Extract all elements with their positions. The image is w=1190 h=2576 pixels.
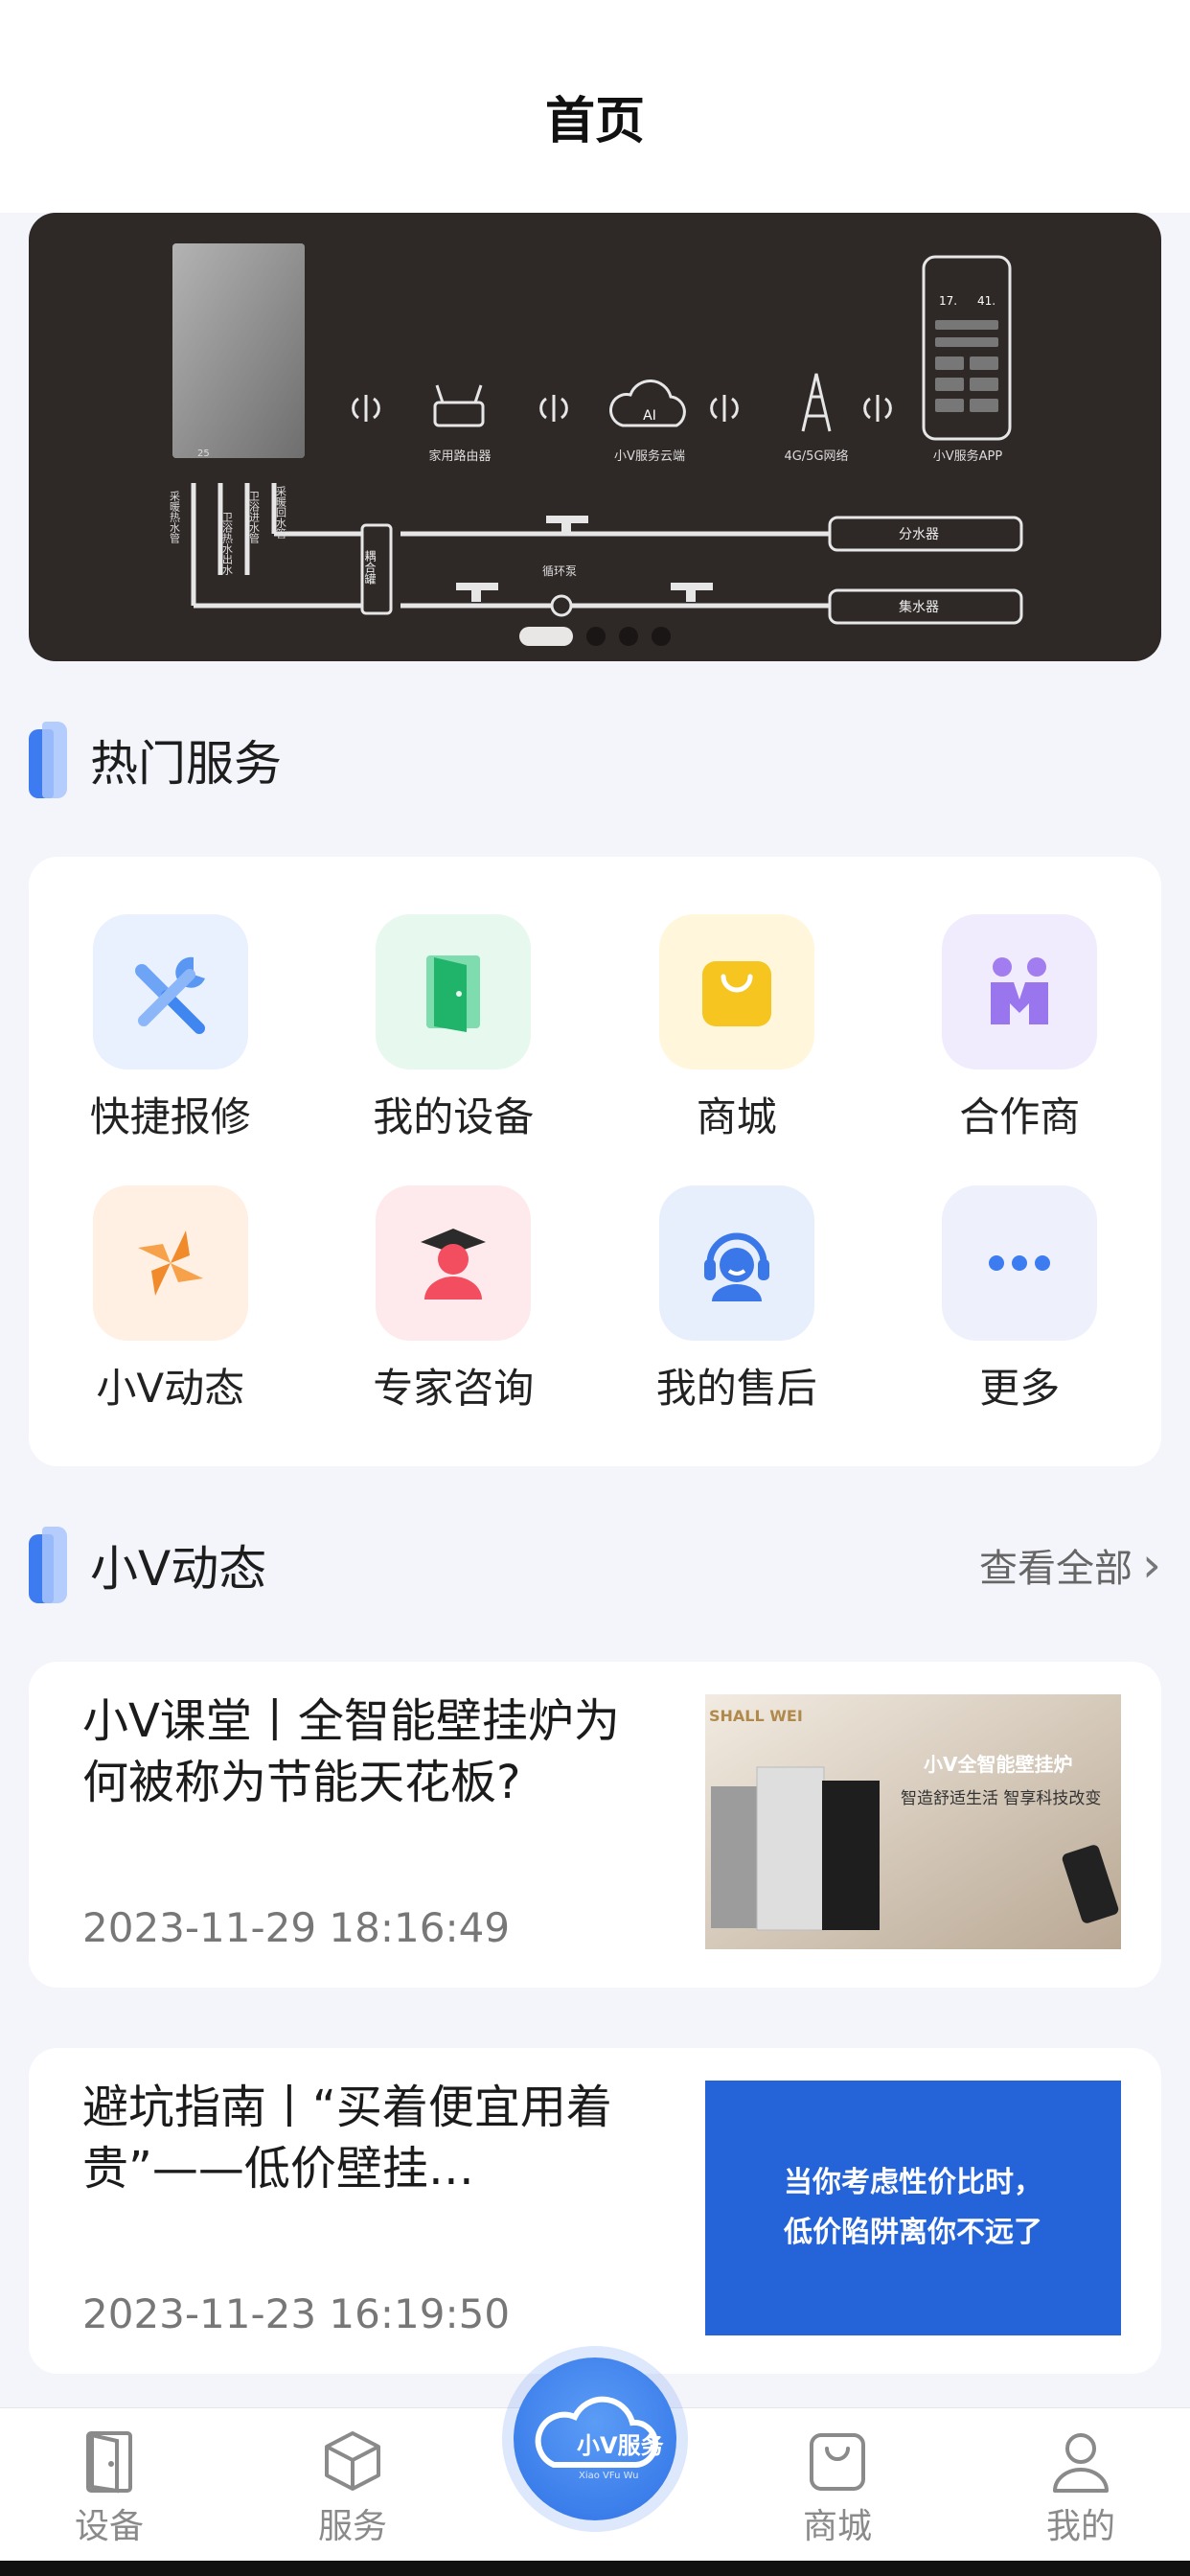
tab-devices[interactable]: 设备 bbox=[23, 2427, 195, 2548]
svg-text:25: 25 bbox=[197, 448, 210, 459]
section-title: 小V动态 bbox=[90, 1541, 267, 1597]
page-title: 首页 bbox=[544, 92, 645, 150]
hot-services-header: 热门服务 bbox=[29, 717, 1161, 803]
carousel-dot[interactable] bbox=[619, 627, 638, 646]
svg-text:集水器: 集水器 bbox=[899, 599, 939, 615]
carousel-dot[interactable] bbox=[652, 627, 671, 646]
service-label: 专家咨询 bbox=[373, 1365, 535, 1412]
news-title: 小V课堂丨全智能壁挂炉为何被称为节能天花板? bbox=[82, 1694, 620, 1809]
news-section-header: 小V动态 查看全部 › bbox=[29, 1522, 1161, 1608]
tab-services[interactable]: 服务 bbox=[266, 2427, 439, 2548]
partners-icon bbox=[942, 914, 1098, 1070]
center-service-button[interactable]: 小V服务 Xiao VFu Wu bbox=[514, 2358, 676, 2520]
service-quick-repair[interactable]: 快捷报修 bbox=[29, 914, 312, 1143]
service-more[interactable]: 更多 bbox=[879, 1185, 1162, 1414]
svg-text:家用路由器: 家用路由器 bbox=[428, 448, 491, 464]
tools-icon bbox=[92, 914, 248, 1070]
tab-label: 我的 bbox=[1045, 2507, 1115, 2546]
tab-label: 设备 bbox=[74, 2507, 144, 2546]
service-mall[interactable]: 商城 bbox=[595, 914, 879, 1143]
view-all-label: 查看全部 bbox=[979, 1547, 1133, 1591]
svg-text:小V全智能壁挂炉: 小V全智能壁挂炉 bbox=[924, 1753, 1072, 1776]
tab-label: 服务 bbox=[317, 2507, 387, 2546]
page-header: 首页 bbox=[0, 0, 1190, 213]
carousel-dot-active[interactable] bbox=[519, 627, 573, 646]
heating-system-diagram: 25 采暖热水管 卫浴热水出水 卫浴进水管 采暖回水管 耦合罐 循环泵 分水器 … bbox=[169, 243, 1023, 625]
pinwheel-icon bbox=[92, 1185, 248, 1341]
svg-text:智造舒适生活 智享科技改变: 智造舒适生活 智享科技改变 bbox=[901, 1789, 1101, 1808]
door-icon bbox=[376, 914, 532, 1070]
service-label: 合作商 bbox=[959, 1093, 1081, 1140]
news-date: 2023-11-23 16:19:50 bbox=[82, 2290, 511, 2337]
thumbnail-text: 低价陷阱离你不远了 bbox=[784, 2216, 1042, 2249]
thumbnail-text: 当你考虑性价比时， bbox=[784, 2166, 1042, 2199]
svg-text:卫浴进水管: 卫浴进水管 bbox=[248, 491, 261, 544]
news-date: 2023-11-29 18:16:49 bbox=[82, 1904, 511, 1951]
service-label: 更多 bbox=[979, 1365, 1061, 1412]
cloud-icon: 小V服务 Xiao VFu Wu bbox=[535, 2396, 665, 2481]
svg-text:卫浴热水出水: 卫浴热水出水 bbox=[221, 512, 234, 575]
headset-icon bbox=[658, 1185, 814, 1341]
svg-text:采暖热水管: 采暖热水管 bbox=[169, 491, 181, 544]
chevron-right-icon: › bbox=[1142, 1537, 1161, 1593]
service-expert-consult[interactable]: 专家咨询 bbox=[312, 1185, 596, 1414]
svg-text:分水器: 分水器 bbox=[899, 527, 939, 542]
banner-carousel[interactable]: 25 采暖热水管 卫浴热水出水 卫浴进水管 采暖回水管 耦合罐 循环泵 分水器 … bbox=[29, 213, 1161, 661]
hot-services-card: 快捷报修 我的设备 商城 合作商 小V动态 专家咨询 我的售后 更多 bbox=[29, 857, 1161, 1466]
svg-text:Xiao VFu Wu: Xiao VFu Wu bbox=[579, 2471, 639, 2481]
svg-text:小V服务APP: 小V服务APP bbox=[933, 448, 1003, 464]
svg-text:小V服务云端: 小V服务云端 bbox=[614, 448, 685, 464]
person-icon bbox=[1053, 2433, 1109, 2493]
svg-text:4G/5G网络: 4G/5G网络 bbox=[784, 448, 848, 464]
svg-text:循环泵: 循环泵 bbox=[542, 564, 577, 578]
home-indicator-bar bbox=[0, 2561, 1190, 2576]
service-label: 我的设备 bbox=[373, 1093, 535, 1140]
service-partners[interactable]: 合作商 bbox=[879, 914, 1162, 1143]
svg-text:采暖回水管: 采暖回水管 bbox=[275, 486, 287, 540]
shopping-bag-icon bbox=[658, 914, 814, 1070]
service-label: 商城 bbox=[696, 1093, 777, 1140]
service-label: 快捷报修 bbox=[89, 1093, 251, 1140]
cube-icon bbox=[325, 2431, 380, 2491]
svg-text:41.: 41. bbox=[977, 294, 995, 308]
more-dots-icon bbox=[942, 1185, 1098, 1341]
carousel-indicator[interactable] bbox=[29, 627, 1161, 646]
svg-text:17.: 17. bbox=[939, 294, 957, 308]
door-icon bbox=[86, 2431, 132, 2494]
news-card[interactable]: 避坑指南丨“买着便宜用着贵”——低价壁挂… 2023-11-23 16:19:5… bbox=[29, 2048, 1161, 2374]
graduate-icon bbox=[376, 1185, 532, 1341]
news-title: 避坑指南丨“买着便宜用着贵”——低价壁挂… bbox=[82, 2081, 612, 2196]
service-label: 小V动态 bbox=[96, 1365, 245, 1412]
news-thumbnail: 当你考虑性价比时， 低价陷阱离你不远了 bbox=[705, 2081, 1121, 2335]
tab-mall[interactable]: 商城 bbox=[751, 2427, 924, 2548]
service-v-news[interactable]: 小V动态 bbox=[29, 1185, 312, 1414]
service-my-devices[interactable]: 我的设备 bbox=[312, 914, 596, 1143]
svg-text:耦合罐: 耦合罐 bbox=[363, 550, 377, 586]
section-title: 热门服务 bbox=[90, 736, 282, 792]
view-all-link[interactable]: 查看全部 › bbox=[979, 1537, 1161, 1593]
news-card[interactable]: 小V课堂丨全智能壁挂炉为何被称为节能天花板? 2023-11-29 18:16:… bbox=[29, 1662, 1161, 1988]
service-after-sales[interactable]: 我的售后 bbox=[595, 1185, 879, 1414]
shopping-bag-icon bbox=[810, 2433, 865, 2491]
svg-text:AI: AI bbox=[643, 408, 656, 424]
carousel-dot[interactable] bbox=[586, 627, 606, 646]
service-label: 我的售后 bbox=[655, 1365, 817, 1412]
svg-text:SHALL WEI: SHALL WEI bbox=[709, 1707, 803, 1725]
section-marker-icon bbox=[29, 722, 71, 798]
section-marker-icon bbox=[29, 1527, 71, 1603]
tab-label: 商城 bbox=[802, 2507, 872, 2546]
tab-mine[interactable]: 我的 bbox=[995, 2427, 1167, 2548]
svg-text:小V服务: 小V服务 bbox=[577, 2432, 665, 2459]
news-thumbnail: SHALL WEI 小V全智能壁挂炉 智造舒适生活 智享科技改变 bbox=[705, 1694, 1121, 1949]
